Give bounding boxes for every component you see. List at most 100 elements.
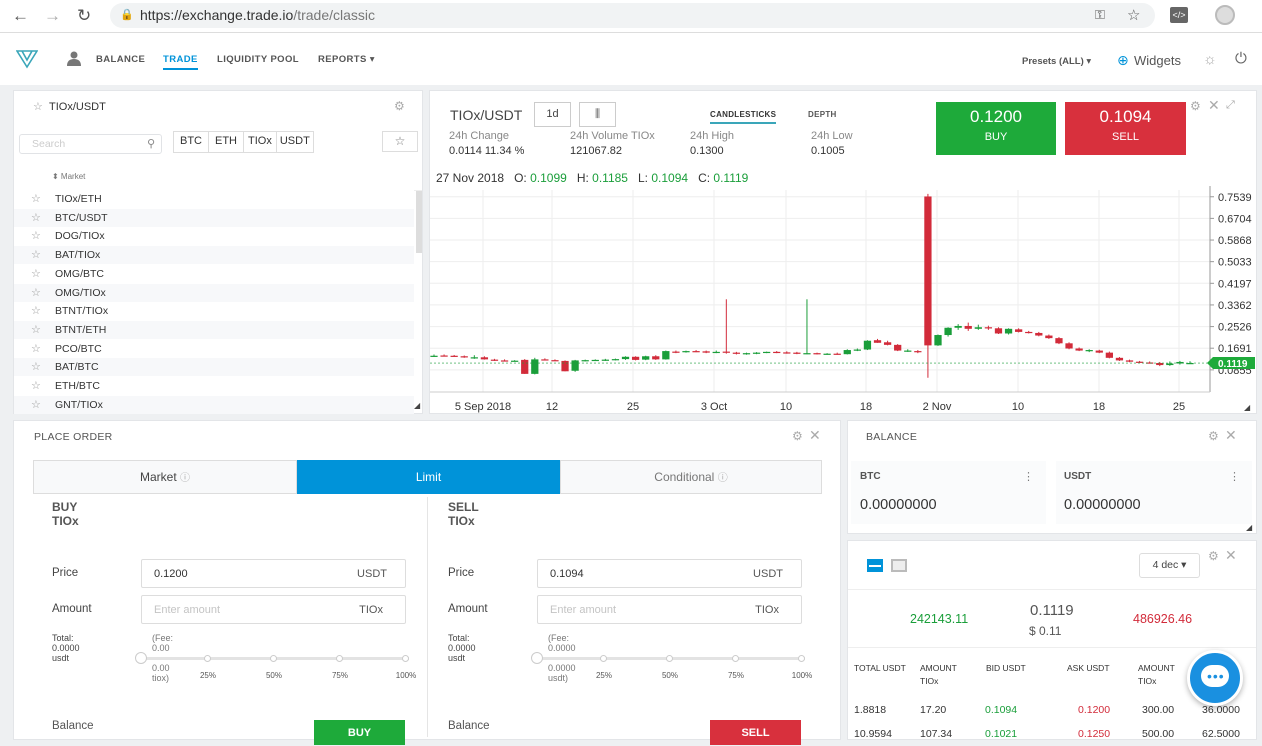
more-options-icon[interactable]: ⋮ [1229, 470, 1240, 483]
favorite-star-icon[interactable]: ☆ [31, 342, 41, 355]
fullscreen-icon[interactable]: ⤢ [1226, 99, 1235, 112]
presets-dropdown[interactable]: Presets (ALL) ▾ [1022, 56, 1091, 67]
orderbook-column-header[interactable]: TOTAL USDT [854, 662, 914, 675]
favorite-star-icon[interactable]: ☆ [31, 267, 41, 280]
filter-usdt[interactable]: USDT [277, 132, 313, 152]
order-close-icon[interactable]: ✕ [809, 427, 821, 444]
slider-handle[interactable] [135, 652, 147, 664]
bookmark-star-icon[interactable]: ☆ [1127, 6, 1140, 24]
widgets-button[interactable]: Widgets [1134, 53, 1181, 68]
settings-gear-icon[interactable]: ⚙ [394, 99, 405, 113]
indicators-icon[interactable]: ⫼ [579, 102, 616, 127]
user-icon[interactable] [67, 51, 81, 66]
orderbook-column-header[interactable]: ASK USDT [1067, 662, 1127, 675]
balance-close-icon[interactable]: ✕ [1225, 427, 1237, 444]
favorite-star-icon[interactable]: ☆ [31, 248, 41, 261]
favorite-star-icon[interactable]: ☆ [31, 192, 41, 205]
favorites-filter-star-icon[interactable]: ☆ [382, 131, 418, 152]
market-row[interactable]: ☆ PCO/BTC [14, 339, 414, 358]
nav-trade[interactable]: TRADE [163, 54, 198, 70]
slider-step[interactable] [798, 655, 805, 662]
tab-market-order[interactable]: Market ⓘ [33, 460, 297, 494]
orderbook-column-header[interactable]: AMOUNT TIOx [920, 662, 964, 688]
tab-depth[interactable]: DEPTH [808, 110, 837, 119]
slider-step[interactable] [402, 655, 409, 662]
reload-icon[interactable]: ↻ [77, 6, 91, 26]
market-row[interactable]: ☆ OMG/BTC [14, 264, 414, 283]
market-row[interactable]: ☆ OMG/TIOx [14, 283, 414, 302]
market-row[interactable]: ☆ BAT/TIOx [14, 246, 414, 265]
power-icon[interactable]: ⏻ [1235, 50, 1247, 67]
buy-price-input[interactable]: 0.1200 USDT [141, 559, 406, 588]
buy-amount-input[interactable]: Enter amount TIOx [141, 595, 406, 624]
filter-eth[interactable]: ETH [209, 132, 244, 152]
interval-selector[interactable]: 1d [534, 102, 571, 127]
market-search-input[interactable]: Search ⚲ [19, 134, 162, 154]
forward-icon[interactable]: → [44, 6, 61, 26]
market-row[interactable]: ☆ GNT/TIOx [14, 395, 414, 414]
market-row[interactable]: ☆ BTNT/ETH [14, 320, 414, 339]
slider-step[interactable] [204, 655, 211, 662]
market-row[interactable]: ☆ ETH/BTC [14, 377, 414, 395]
key-icon[interactable]: ⚿ [1095, 7, 1105, 23]
order-settings-gear-icon[interactable]: ⚙ [792, 429, 803, 443]
chat-support-button[interactable]: ••• [1187, 650, 1243, 706]
favorite-star-icon[interactable]: ☆ [31, 398, 41, 411]
favorite-star-icon[interactable]: ☆ [33, 100, 43, 113]
favorite-star-icon[interactable]: ☆ [31, 379, 41, 392]
orderbook-column-header[interactable]: AMOUNT TIOx [1138, 662, 1182, 688]
chart-settings-gear-icon[interactable]: ⚙ [1190, 99, 1201, 113]
candlestick-chart[interactable]: 0.7539 0.6704 0.5868 0.5033 0.4197 0.3362 0.25… [430, 186, 1256, 414]
nav-liquidity-pool[interactable]: LIQUIDITY POOL [217, 54, 299, 65]
slider-handle[interactable] [531, 652, 543, 664]
orderbook-close-icon[interactable]: ✕ [1225, 547, 1237, 564]
filter-tiox[interactable]: TIOx [244, 132, 277, 152]
market-row[interactable]: ☆ BTC/USDT [14, 208, 414, 227]
favorite-star-icon[interactable]: ☆ [31, 286, 41, 299]
market-row[interactable]: ☆ BTNT/TIOx [14, 302, 414, 321]
favorite-star-icon[interactable]: ☆ [31, 304, 41, 317]
trade-io-logo[interactable] [16, 49, 38, 69]
quick-sell-button[interactable]: 0.1094 SELL [1065, 102, 1186, 155]
nav-balance[interactable]: BALANCE [96, 54, 145, 65]
orderbook-settings-gear-icon[interactable]: ⚙ [1208, 549, 1219, 563]
address-bar[interactable]: 🔒 https://exchange.trade.io/trade/classi… [110, 3, 1155, 28]
sell-amount-slider[interactable] [531, 652, 805, 664]
market-row[interactable]: ☆ BAT/BTC [14, 358, 414, 377]
tab-conditional-order[interactable]: Conditional ⓘ [560, 460, 822, 494]
market-column-header[interactable]: ⬍ Market [52, 172, 85, 181]
slider-step[interactable] [336, 655, 343, 662]
scrollbar-thumb[interactable] [416, 191, 422, 253]
chart-close-icon[interactable]: ✕ [1208, 97, 1220, 114]
profile-avatar[interactable] [1215, 5, 1235, 25]
back-icon[interactable]: ← [12, 6, 29, 26]
nav-reports[interactable]: REPORTS ▾ [318, 54, 375, 65]
quick-buy-button[interactable]: 0.1200 BUY [936, 102, 1056, 155]
view-split-icon[interactable] [867, 559, 883, 572]
buy-amount-slider[interactable] [135, 652, 409, 664]
orderbook-column-header[interactable]: BID USDT [986, 662, 1046, 675]
resize-handle-icon[interactable]: ◢ [414, 401, 420, 410]
slider-step[interactable] [666, 655, 673, 662]
extension-icon[interactable]: </> [1170, 7, 1188, 23]
balance-resize-handle-icon[interactable]: ◢ [1246, 523, 1252, 532]
favorite-star-icon[interactable]: ☆ [31, 323, 41, 336]
favorite-star-icon[interactable]: ☆ [31, 360, 41, 373]
balance-settings-gear-icon[interactable]: ⚙ [1208, 429, 1219, 443]
filter-btc[interactable]: BTC [174, 132, 209, 152]
favorite-star-icon[interactable]: ☆ [31, 229, 41, 242]
add-widget-icon[interactable]: ⊕ [1117, 52, 1129, 69]
market-row[interactable]: ☆ DOG/TIOx [14, 227, 414, 246]
market-row[interactable]: ☆ TIOx/ETH [14, 190, 414, 208]
more-options-icon[interactable]: ⋮ [1023, 470, 1034, 483]
sell-submit-button[interactable]: SELL [710, 720, 801, 745]
slider-step[interactable] [732, 655, 739, 662]
favorite-star-icon[interactable]: ☆ [31, 211, 41, 224]
slider-step[interactable] [600, 655, 607, 662]
view-single-icon[interactable] [891, 559, 907, 572]
decimals-dropdown[interactable]: 4 dec ▾ [1139, 553, 1200, 578]
tab-candlesticks[interactable]: CANDLESTICKS [710, 110, 777, 124]
sell-price-input[interactable]: 0.1094 USDT [537, 559, 802, 588]
slider-step[interactable] [270, 655, 277, 662]
tab-limit-order[interactable]: Limit [297, 460, 560, 494]
